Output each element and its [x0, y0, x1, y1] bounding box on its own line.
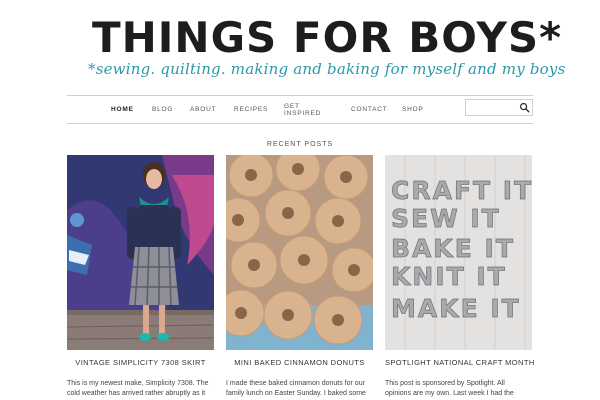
site-title[interactable]: THINGS FOR BOYS*: [92, 14, 562, 62]
nav-item-about[interactable]: ABOUT: [190, 96, 216, 123]
post-title[interactable]: MINI BAKED CINNAMON DONUTS: [226, 358, 373, 367]
balloon-line-1: CRAFT IT: [391, 176, 532, 205]
post-thumbnail-skirt[interactable]: [67, 155, 214, 350]
post-thumbnail-donuts[interactable]: [226, 155, 373, 350]
post-excerpt: I made these baked cinnamon donuts for o…: [226, 380, 366, 397]
post-title[interactable]: SPOTLIGHT NATIONAL CRAFT MONTH: [385, 358, 534, 367]
post-thumbnail-balloons[interactable]: CRAFT IT SEW IT BAKE IT KNIT IT MAKE IT: [385, 155, 532, 350]
post-title[interactable]: VINTAGE SIMPLICITY 7308 SKIRT: [67, 358, 214, 367]
site-tagline: *sewing. quilting. making and baking for…: [88, 60, 566, 78]
nav-item-home[interactable]: HOME: [111, 96, 134, 123]
nav-item-recipes[interactable]: RECIPES: [234, 96, 268, 123]
site-header: THINGS FOR BOYS* *sewing. quilting. maki…: [0, 0, 600, 90]
search-box: [465, 99, 533, 119]
main-nav: HOME BLOG ABOUT RECIPES GET INSPIRED CON…: [67, 95, 533, 124]
post-card: MINI BAKED CINNAMON DONUTS I made these …: [226, 155, 373, 399]
nav-item-shop[interactable]: SHOP: [402, 96, 424, 123]
post-excerpt: This post is sponsored by Spotlight. All…: [385, 380, 514, 397]
search-icon[interactable]: [519, 102, 530, 113]
search-input[interactable]: [466, 104, 520, 119]
post-card: CRAFT IT SEW IT BAKE IT KNIT IT MAKE IT …: [385, 155, 534, 399]
balloon-line-5: MAKE IT: [391, 294, 521, 323]
nav-item-get-inspired[interactable]: GET INSPIRED: [284, 96, 320, 123]
balloon-line-2: SEW IT: [391, 204, 501, 233]
nav-item-blog[interactable]: BLOG: [152, 96, 173, 123]
nav-item-contact[interactable]: CONTACT: [351, 96, 388, 123]
post-card: VINTAGE SIMPLICITY 7308 SKIRT This is my…: [67, 155, 214, 399]
balloon-line-4: KNIT IT: [391, 262, 507, 291]
balloon-line-3: BAKE IT: [391, 234, 515, 263]
recent-posts-heading: RECENT POSTS: [266, 141, 334, 148]
post-excerpt: This is my newest make, Simplicity 7308.…: [67, 380, 209, 397]
